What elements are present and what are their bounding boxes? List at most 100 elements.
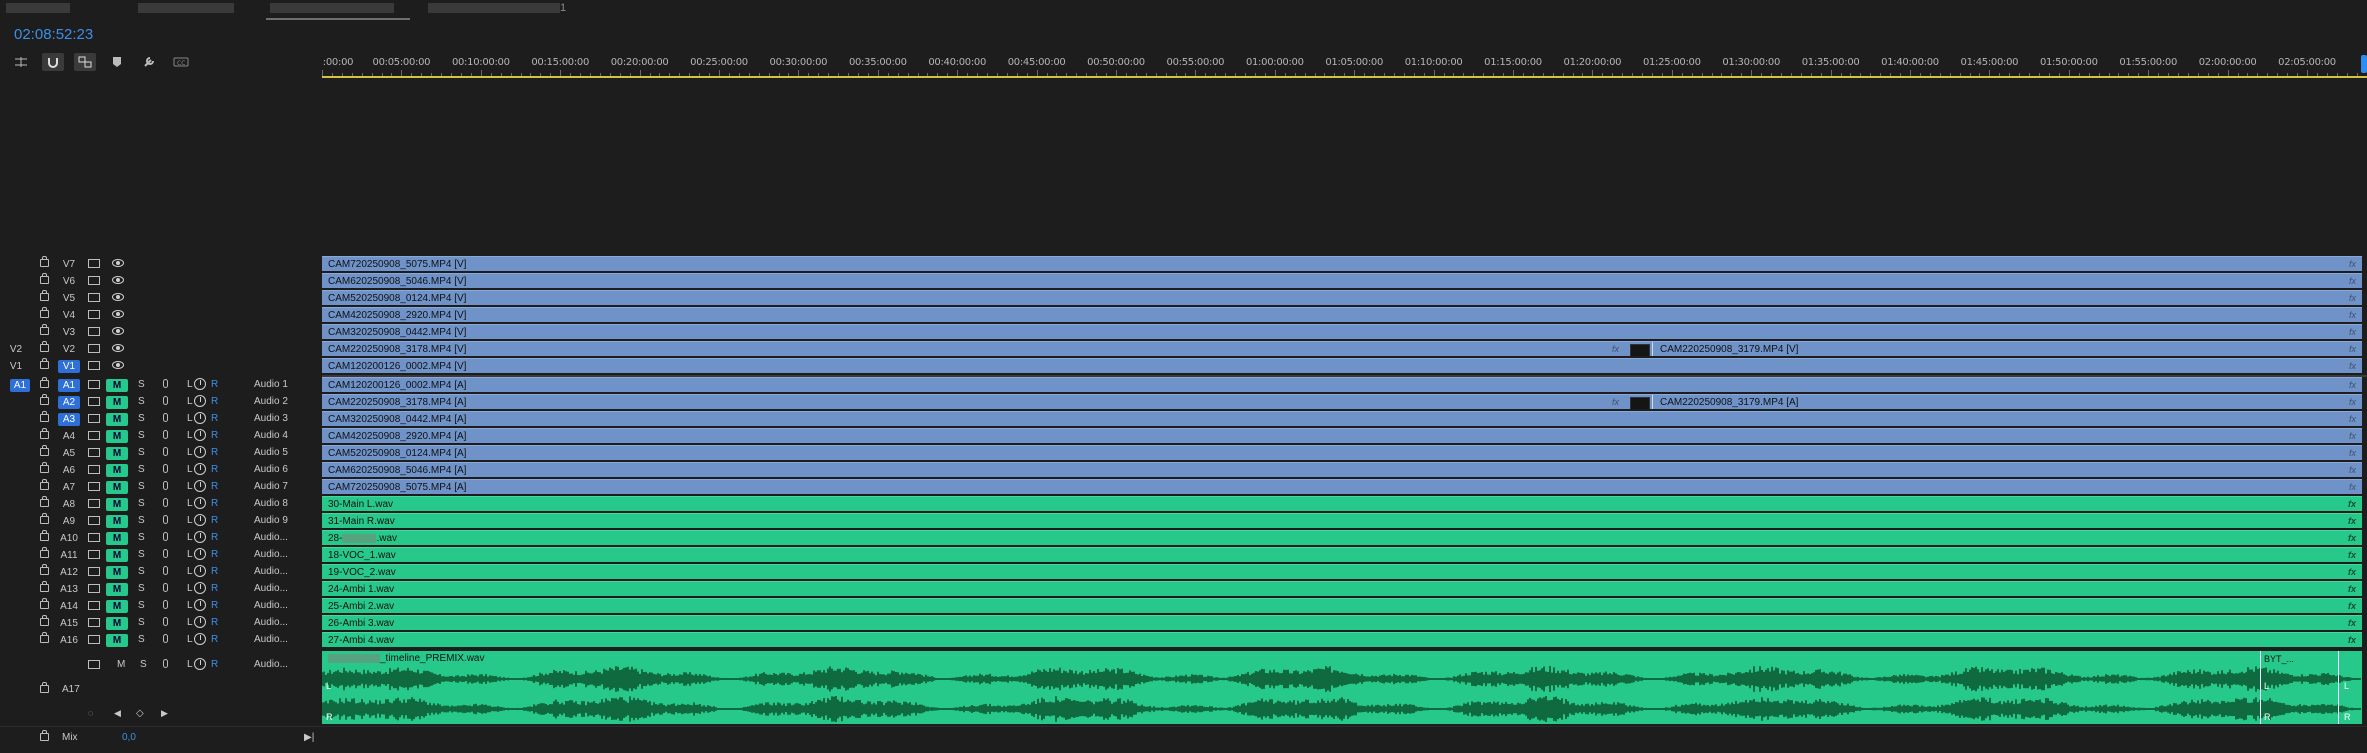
source-patch[interactable] [10, 617, 30, 630]
track-target[interactable]: A4 [58, 430, 80, 443]
gap-marker[interactable] [1630, 397, 1650, 409]
audio-clip[interactable]: 19-VOC_2.wav fx [322, 564, 2362, 579]
sync-lock-icon[interactable] [88, 380, 100, 389]
lock-icon[interactable] [40, 547, 49, 558]
mute-label[interactable]: M [117, 659, 125, 670]
mute-button[interactable]: M [106, 515, 128, 528]
source-patch[interactable] [10, 532, 30, 545]
mute-button[interactable]: M [106, 379, 128, 392]
pan-knob[interactable] [194, 480, 206, 492]
premix-audio-clip[interactable]: _timeline_PREMIX.wav L R BYT_... L R L R [322, 651, 2362, 724]
tail-clip-label[interactable]: BYT_... [2264, 654, 2294, 664]
lock-icon[interactable] [40, 290, 49, 301]
solo-button[interactable]: S [138, 498, 145, 509]
solo-button[interactable]: S [138, 600, 145, 611]
lock-icon[interactable] [40, 411, 49, 422]
track-target[interactable]: A14 [58, 600, 80, 613]
lock-icon[interactable] [40, 496, 49, 507]
sync-lock-icon[interactable] [88, 516, 100, 525]
solo-button[interactable]: S [138, 549, 145, 560]
sync-lock-icon[interactable] [88, 431, 100, 440]
audio-clip[interactable]: CAM220250908_3178.MP4 [A] fx fx CAM22025090… [322, 394, 2362, 409]
sync-lock-icon[interactable] [88, 414, 100, 423]
keyframe-toggle-icon[interactable]: ◌ [88, 708, 93, 718]
source-patch[interactable]: A1 [10, 379, 30, 392]
track-target[interactable]: A16 [58, 634, 80, 647]
pan-knob[interactable] [194, 531, 206, 543]
record-mic-icon[interactable] [163, 515, 168, 524]
audio-clip[interactable]: CAM320250908_0442.MP4 [A] fx [322, 411, 2362, 426]
clip-edit-point[interactable] [1652, 395, 1653, 409]
record-mic-icon[interactable] [163, 634, 168, 643]
pan-knob[interactable] [194, 616, 206, 628]
lock-icon[interactable] [40, 445, 49, 456]
track-name[interactable]: Audio... [254, 583, 288, 594]
mute-button[interactable]: M [106, 430, 128, 443]
pan-knob[interactable] [194, 633, 206, 645]
solo-button[interactable]: S [138, 634, 145, 645]
mute-button[interactable]: M [106, 481, 128, 494]
video-clip[interactable]: CAM420250908_2920.MP4 [V] fx [322, 307, 2362, 322]
pan-knob[interactable] [194, 378, 206, 390]
mute-button[interactable]: M [106, 447, 128, 460]
sync-lock-icon[interactable] [88, 660, 100, 669]
mix-go-to-end-icon[interactable]: ▶| [304, 732, 314, 743]
record-mic-icon[interactable] [163, 549, 168, 558]
sync-lock-icon[interactable] [88, 482, 100, 491]
solo-button[interactable]: S [138, 396, 145, 407]
lock-icon[interactable] [40, 564, 49, 575]
track-target[interactable]: A13 [58, 583, 80, 596]
source-patch[interactable] [10, 549, 30, 562]
solo-button[interactable]: S [138, 430, 145, 441]
audio-clip[interactable]: 31-Main R.wav fx [322, 513, 2362, 528]
sync-lock-icon[interactable] [88, 361, 100, 370]
sequence-tab[interactable] [6, 2, 70, 16]
eye-icon[interactable] [112, 361, 124, 369]
add-marker-icon[interactable] [106, 53, 128, 71]
source-patch[interactable]: V1 [6, 360, 26, 373]
source-patch[interactable] [10, 634, 30, 647]
solo-button[interactable]: S [138, 515, 145, 526]
pan-knob[interactable] [194, 548, 206, 560]
mute-button[interactable]: M [106, 583, 128, 596]
lock-icon[interactable] [40, 377, 49, 388]
record-mic-icon[interactable] [163, 379, 168, 388]
audio-clip[interactable]: 24-Ambi 1.wav fx [322, 581, 2362, 596]
mute-button[interactable]: M [106, 498, 128, 511]
track-name[interactable]: Audio... [254, 659, 288, 670]
source-patch[interactable] [10, 600, 30, 613]
track-target[interactable]: V2 [58, 343, 80, 356]
sync-lock-icon[interactable] [88, 550, 100, 559]
video-clip[interactable]: CAM520250908_0124.MP4 [V] fx [322, 290, 2362, 305]
audio-clip[interactable]: 25-Ambi 2.wav fx [322, 598, 2362, 613]
sync-lock-icon[interactable] [88, 584, 100, 593]
source-patch[interactable] [10, 464, 30, 477]
pan-knob[interactable] [194, 599, 206, 611]
lock-icon[interactable] [40, 632, 49, 643]
audio-clip[interactable]: CAM520250908_0124.MP4 [A] fx [322, 445, 2362, 460]
pan-knob[interactable] [194, 497, 206, 509]
video-clip[interactable]: CAM220250908_3178.MP4 [V] fx fx CAM22025090… [322, 341, 2362, 356]
clip-edit-point[interactable] [1652, 342, 1653, 356]
sync-lock-icon[interactable] [88, 635, 100, 644]
source-patch[interactable] [10, 515, 30, 528]
audio-clip[interactable]: CAM620250908_5046.MP4 [A] fx [322, 462, 2362, 477]
lock-icon[interactable] [40, 682, 49, 693]
mute-button[interactable]: M [106, 464, 128, 477]
eye-icon[interactable] [112, 344, 124, 352]
track-target[interactable]: A9 [58, 515, 80, 528]
mute-button[interactable]: M [106, 634, 128, 647]
mute-button[interactable]: M [106, 413, 128, 426]
source-patch[interactable] [6, 326, 26, 339]
sync-lock-icon[interactable] [88, 533, 100, 542]
source-patch[interactable] [10, 566, 30, 579]
sequence-tab-active[interactable] [270, 2, 394, 16]
track-name[interactable]: Audio... [254, 532, 288, 543]
track-target[interactable]: V7 [58, 258, 80, 271]
mute-button[interactable]: M [106, 566, 128, 579]
lock-icon[interactable] [40, 615, 49, 626]
video-clip[interactable]: CAM320250908_0442.MP4 [V] fx [322, 324, 2362, 339]
lock-icon[interactable] [40, 428, 49, 439]
track-target[interactable]: V6 [58, 275, 80, 288]
audio-clip[interactable]: CAM120200126_0002.MP4 [A] fx [322, 377, 2362, 392]
